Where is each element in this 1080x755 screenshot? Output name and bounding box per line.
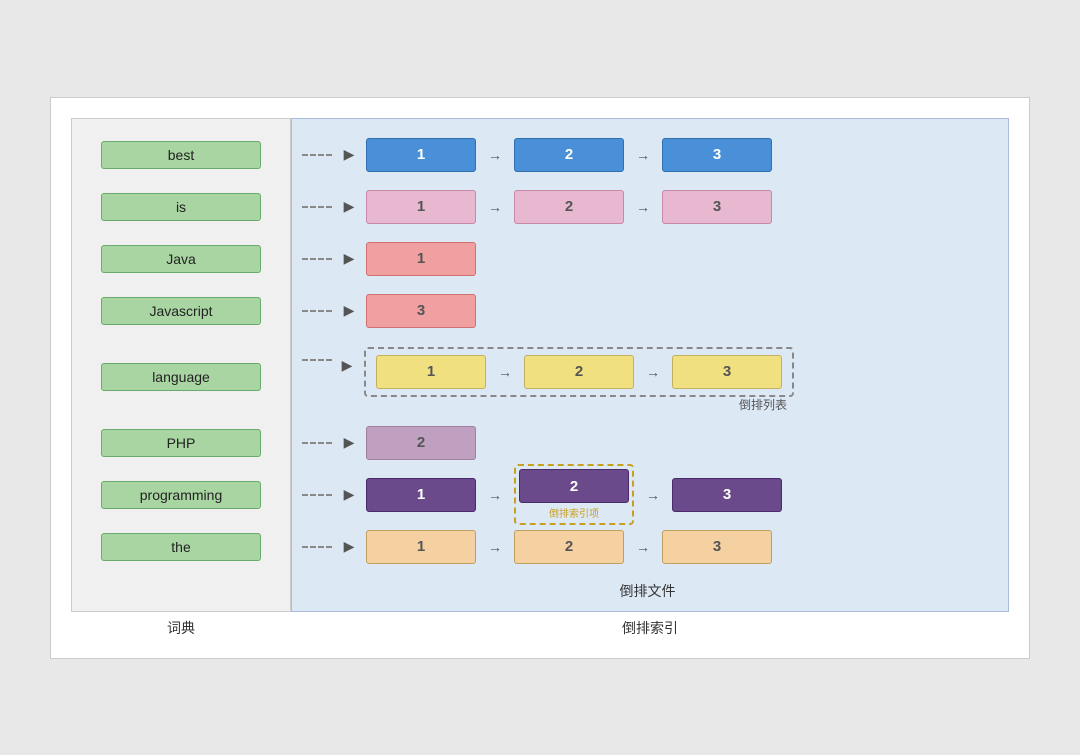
word-row-javascript: Javascript [72, 285, 290, 337]
node-language-3: 3 [672, 355, 782, 389]
node-best-1: 1 [366, 138, 476, 172]
word-php: PHP [101, 429, 261, 457]
word-row-the: the [72, 521, 290, 573]
connector-language [302, 359, 332, 361]
node-is-1: 1 [366, 190, 476, 224]
inv-entry-box: 2 倒排索引项 [514, 464, 634, 525]
word-row-is: is [72, 181, 290, 233]
dict-bottom-label: 词典 [71, 618, 291, 638]
connector-best [302, 154, 332, 156]
arrow-javascript-0: ▶ [334, 302, 364, 319]
arrow-programming-2: → [638, 487, 668, 503]
arrow-the-2: → [628, 539, 658, 555]
node-is-3: 3 [662, 190, 772, 224]
connector-java [302, 258, 332, 260]
connector-php [302, 442, 332, 444]
node-programming-2: 2 [519, 469, 629, 503]
word-row-programming: programming [72, 469, 290, 521]
dict-panel: best is Java Javascript language PHP pro… [71, 118, 291, 612]
highlighted-node-container: 2 倒排索引项 [514, 464, 634, 525]
arrow-is-0: ▶ [334, 198, 364, 215]
node-php-2: 2 [366, 426, 476, 460]
connector-programming [302, 494, 332, 496]
node-javascript-3: 3 [366, 294, 476, 328]
index-row-java: ▶ 1 [302, 233, 993, 285]
arrow-the-0: ▶ [334, 538, 364, 555]
node-best-2: 2 [514, 138, 624, 172]
main-title: 倒排索引 [291, 618, 1009, 638]
arrow-language-1: → [490, 364, 520, 380]
arrow-programming-1: → [480, 487, 510, 503]
inv-list-label: 倒排列表 [739, 396, 787, 413]
arrow-the-1: → [480, 539, 510, 555]
word-row-best: best [72, 129, 290, 181]
node-language-1: 1 [376, 355, 486, 389]
arrow-is-1: → [480, 199, 510, 215]
word-row-java: Java [72, 233, 290, 285]
arrow-java-0: ▶ [334, 250, 364, 267]
index-panel: ▶ 1 → 2 → 3 ▶ 1 → 2 → 3 ▶ 1 [291, 118, 1009, 612]
word-the: the [101, 533, 261, 561]
arrow-best-0: ▶ [334, 146, 364, 163]
node-java-1: 1 [366, 242, 476, 276]
inv-entry-label: 倒排索引项 [549, 505, 599, 520]
arrow-language-2: → [638, 364, 668, 380]
word-java: Java [101, 245, 261, 273]
node-the-1: 1 [366, 530, 476, 564]
node-programming-1: 1 [366, 478, 476, 512]
connector-javascript [302, 310, 332, 312]
inv-list-box: 1 → 2 → 3 倒排列表 [364, 347, 794, 397]
node-best-3: 3 [662, 138, 772, 172]
diagram: best is Java Javascript language PHP pro… [71, 118, 1009, 612]
index-row-programming: ▶ 1 → 2 倒排索引项 → 3 [302, 469, 993, 521]
word-language: language [101, 363, 261, 391]
index-row-is: ▶ 1 → 2 → 3 [302, 181, 993, 233]
arrow-programming-0: ▶ [334, 486, 364, 503]
word-row-php: PHP [72, 417, 290, 469]
word-javascript: Javascript [101, 297, 261, 325]
index-row-javascript: ▶ 3 [302, 285, 993, 337]
node-is-2: 2 [514, 190, 624, 224]
node-the-2: 2 [514, 530, 624, 564]
word-is: is [101, 193, 261, 221]
main-container: best is Java Javascript language PHP pro… [50, 97, 1030, 659]
index-panel-label: 倒排文件 [302, 573, 993, 601]
index-row-php: ▶ 2 [302, 417, 993, 469]
bottom-labels: 词典 倒排索引 [71, 618, 1009, 638]
node-programming-3: 3 [672, 478, 782, 512]
node-the-3: 3 [662, 530, 772, 564]
arrow-php-0: ▶ [334, 434, 364, 451]
word-row-language: language [72, 337, 290, 417]
word-programming: programming [101, 481, 261, 509]
connector-the [302, 546, 332, 548]
arrow-language-0: ▶ [332, 357, 362, 374]
connector-is [302, 206, 332, 208]
word-best: best [101, 141, 261, 169]
index-row-language: ▶ 1 → 2 → 3 倒排列表 [302, 337, 993, 417]
arrow-is-2: → [628, 199, 658, 215]
arrow-best-2: → [628, 147, 658, 163]
index-row-the: ▶ 1 → 2 → 3 [302, 521, 993, 573]
node-language-2: 2 [524, 355, 634, 389]
arrow-best-1: → [480, 147, 510, 163]
index-row-best: ▶ 1 → 2 → 3 [302, 129, 993, 181]
